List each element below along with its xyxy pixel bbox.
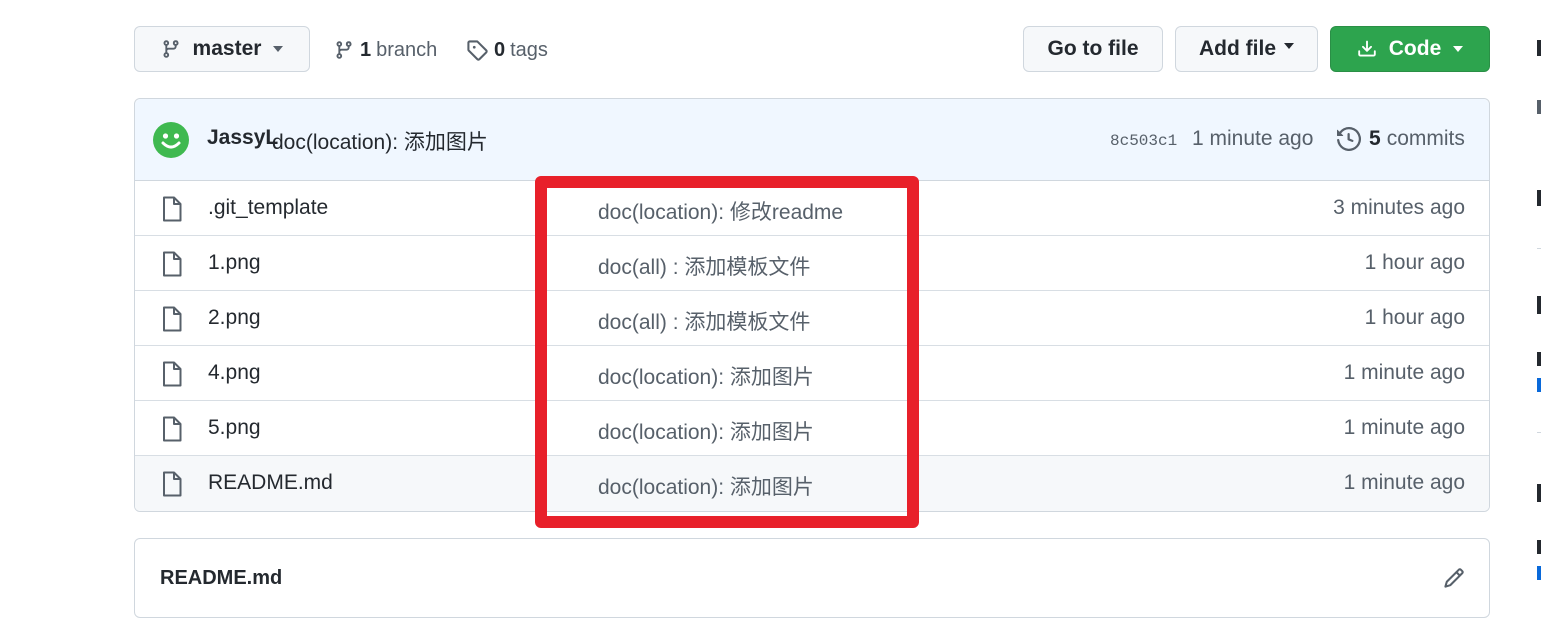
file-name[interactable]: .git_template [208,196,328,220]
add-file-button[interactable]: Add file [1175,26,1318,72]
file-name[interactable]: 1.png [208,251,261,275]
chevron-down-icon [273,46,284,52]
file-commit-time: 1 hour ago [1364,306,1465,329]
branch-select-button[interactable]: master [134,26,310,72]
tags-label: tags [510,38,548,61]
history-icon [1337,127,1361,151]
sidebar-edge [1537,0,1542,601]
file-name[interactable]: 5.png [208,416,261,440]
smiley-icon [161,133,181,149]
go-to-file-label: Go to file [1047,37,1139,60]
tag-count: 0 [494,38,506,61]
latest-commit-header: JassyL doc(location): 添加图片 8c503c1 1 min… [135,99,1489,181]
readme-panel: README.md [134,538,1490,618]
code-label: Code [1388,37,1442,60]
branch-count: 1 [360,38,372,61]
branches-link[interactable]: 1 branch [334,34,437,66]
file-commit-time: 1 hour ago [1364,251,1465,274]
chevron-down-icon [1453,46,1464,52]
pencil-icon[interactable] [1443,567,1465,594]
file-icon [161,416,183,447]
git-branch-icon [163,40,179,58]
code-button[interactable]: Code [1330,26,1490,72]
file-name[interactable]: README.md [208,471,333,495]
go-to-file-button[interactable]: Go to file [1023,26,1163,72]
file-name[interactable]: 4.png [208,361,261,385]
branch-icon [336,41,352,59]
readme-title: README.md [160,567,283,589]
avatar[interactable] [153,122,189,158]
commit-time: 1 minute ago [1192,127,1314,150]
tags-link[interactable]: 0 tags [466,34,548,66]
file-commit-time: 3 minutes ago [1333,196,1465,219]
commit-author[interactable]: JassyL [207,126,278,150]
file-icon [161,471,183,502]
file-commit-time: 1 minute ago [1343,416,1465,439]
file-icon [161,251,183,282]
commits-count: 5 [1369,127,1381,150]
tag-icon [467,40,488,61]
add-file-label: Add file [1199,37,1276,60]
file-commit-time: 1 minute ago [1343,361,1465,384]
file-icon [161,306,183,337]
file-name[interactable]: 2.png [208,306,261,330]
file-icon [161,196,183,227]
commits-link[interactable]: 5 commits [1337,127,1465,151]
highlight-annotation-box [535,176,919,528]
file-commit-time: 1 minute ago [1343,471,1465,494]
branch-label: branch [376,38,438,61]
branch-select-label: master [192,37,262,60]
commit-sha[interactable]: 8c503c1 [1110,132,1177,150]
chevron-down-icon [1284,43,1294,49]
commit-message[interactable]: doc(location): 添加图片 [272,126,488,156]
download-icon [1358,40,1376,57]
commits-label: commits [1386,127,1465,150]
file-icon [161,361,183,392]
